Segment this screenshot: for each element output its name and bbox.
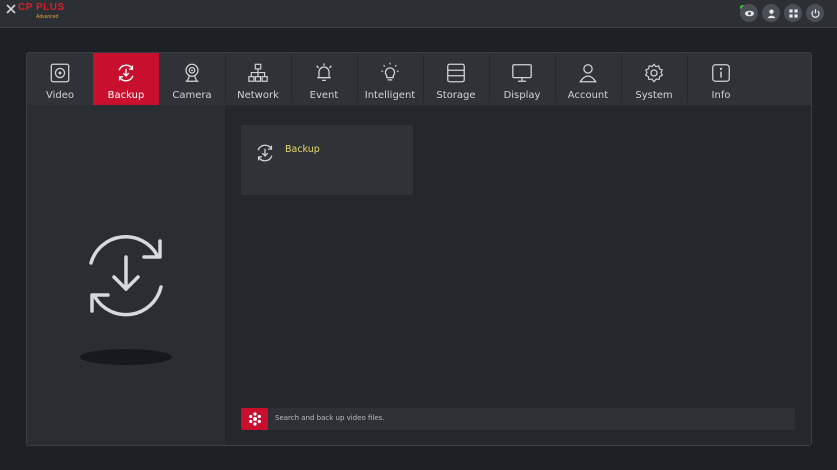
tab-label: Video — [45, 90, 75, 101]
main-panel: Video Backup Camera Network Event Intell… — [26, 52, 812, 446]
top-bar: CP PLUS Advanced — [0, 0, 837, 28]
backup-card-label: Backup — [285, 144, 320, 155]
content-area: Backup Search and back up video files. — [225, 105, 811, 445]
tab-label: Info — [711, 90, 731, 101]
tab-video[interactable]: Video — [27, 53, 93, 105]
power-icon — [810, 8, 820, 18]
tab-account[interactable]: Account — [555, 53, 621, 105]
tab-label: Event — [309, 90, 339, 101]
tab-camera[interactable]: Camera — [159, 53, 225, 105]
tab-network[interactable]: Network — [225, 53, 291, 105]
backup-large-icon — [89, 235, 163, 317]
brand-name: CP PLUS — [18, 2, 65, 13]
system-icon — [644, 63, 664, 83]
tab-label: Intelligent — [364, 90, 416, 101]
power-button[interactable] — [806, 4, 824, 22]
tab-label: Network — [237, 90, 279, 101]
tab-event[interactable]: Event — [291, 53, 357, 105]
event-icon — [316, 63, 332, 81]
account-icon — [578, 64, 598, 83]
tab-label: Storage — [436, 90, 476, 101]
logo-mark-icon — [6, 4, 16, 14]
tab-info[interactable]: Info — [688, 53, 754, 105]
tab-label: Camera — [172, 90, 212, 101]
intelligent-icon — [381, 62, 399, 81]
hint-badge — [241, 408, 268, 430]
tab-label: Backup — [107, 90, 145, 101]
grid-button[interactable] — [784, 4, 802, 22]
tab-intelligent[interactable]: Intelligent — [357, 53, 423, 105]
camera-icon — [185, 63, 199, 82]
tab-system[interactable]: System — [621, 53, 687, 105]
side-illustration-pane — [27, 105, 225, 445]
storage-icon — [447, 63, 465, 83]
hint-text: Search and back up video files. — [275, 414, 385, 422]
backup-icon — [257, 144, 273, 162]
tab-display[interactable]: Display — [489, 53, 555, 105]
backup-icon — [118, 64, 134, 82]
tab-label: Account — [567, 90, 609, 101]
info-icon — [712, 64, 730, 82]
user-button[interactable] — [762, 4, 780, 22]
eye-icon — [744, 10, 754, 16]
video-icon — [50, 63, 70, 83]
display-icon — [512, 64, 532, 82]
tab-bar: Video Backup Camera Network Event Intell… — [27, 53, 811, 110]
snowflake-icon — [248, 412, 261, 426]
user-icon — [766, 8, 776, 18]
grid-icon — [788, 8, 798, 18]
live-view-button[interactable] — [740, 4, 758, 22]
hint-bar: Search and back up video files. — [241, 408, 795, 430]
tab-label: System — [635, 90, 673, 101]
tab-backup[interactable]: Backup — [93, 53, 159, 110]
brand-logo: CP PLUS Advanced — [6, 2, 66, 23]
brand-subtitle: Advanced — [36, 14, 59, 20]
tab-label: Display — [503, 90, 541, 101]
network-icon — [248, 63, 268, 82]
backup-card[interactable]: Backup — [241, 125, 413, 195]
icon-shadow — [80, 349, 172, 365]
tab-storage[interactable]: Storage — [423, 53, 489, 105]
